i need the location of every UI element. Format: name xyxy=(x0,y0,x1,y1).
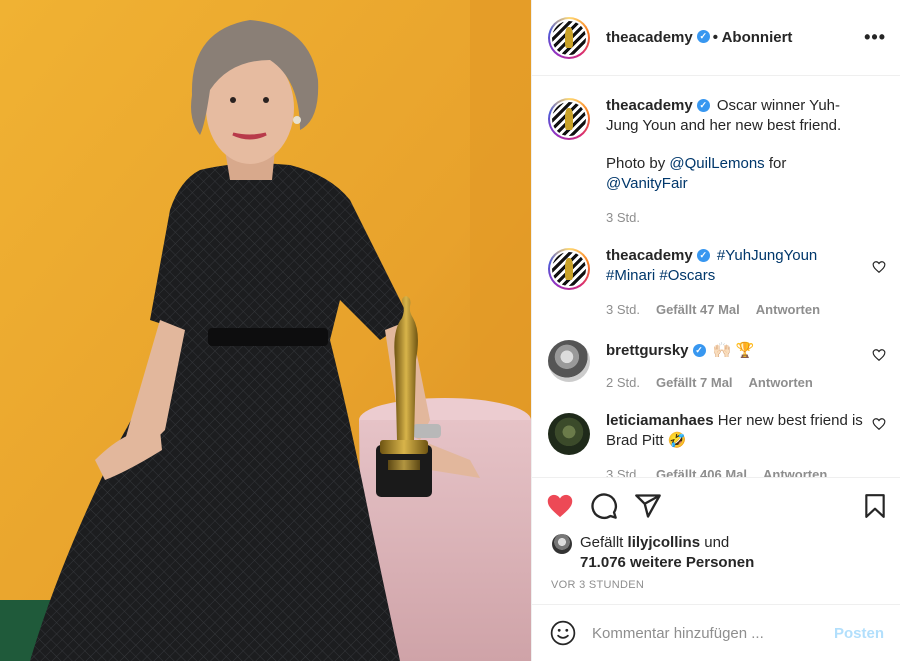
reply-button[interactable]: Antworten xyxy=(749,373,813,393)
comment: brettgursky ✓ 🙌🏻 🏆 2 Std. Gefällt 7 Mal A… xyxy=(548,338,886,393)
caption-meta: 3 Std. xyxy=(606,208,866,228)
follow-status-button[interactable]: • Abonniert xyxy=(713,29,793,46)
like-comment-heart-icon[interactable] xyxy=(872,348,886,362)
comment-username[interactable]: theacademy xyxy=(606,247,693,264)
liker-username[interactable]: lilyjcollins xyxy=(628,534,701,551)
mention-link[interactable]: @QuilLemons xyxy=(669,155,764,172)
comment-avatar[interactable] xyxy=(548,248,590,290)
comment-input[interactable]: Kommentar hinzufügen ... xyxy=(592,625,834,642)
likes-count[interactable]: 71.076 weitere Personen xyxy=(580,554,754,571)
mention-link[interactable]: @VanityFair xyxy=(606,175,688,192)
comment-likes[interactable]: Gefällt 406 Mal xyxy=(656,465,747,477)
likes-summary: Gefällt lilyjcollins und 71.076 weitere … xyxy=(532,533,900,573)
caption-text: theacademy ✓ Oscar winner Yuh-Jung Youn a… xyxy=(606,96,886,228)
comment-time: 3 Std. xyxy=(606,467,640,477)
comment-likes[interactable]: Gefällt 7 Mal xyxy=(656,373,733,393)
comment-meta: 3 Std. Gefällt 406 Mal Antworten xyxy=(606,465,866,477)
comment-time: 3 Std. xyxy=(606,302,640,317)
reply-button[interactable]: Antworten xyxy=(756,300,820,320)
liker-avatar[interactable] xyxy=(552,534,572,554)
like-comment-heart-icon[interactable] xyxy=(872,417,886,431)
comment-text: brettgursky ✓ 🙌🏻 🏆 2 Std. Gefällt 7 Mal A… xyxy=(606,338,886,393)
account-avatar[interactable] xyxy=(548,16,590,59)
caption-username[interactable]: theacademy xyxy=(606,97,693,114)
comment-text: theacademy ✓ #YuhJungYoun #Minari #Oscars… xyxy=(606,246,886,320)
comment-time: 2 Std. xyxy=(606,375,640,390)
caption-credit-mid: for xyxy=(764,155,787,172)
verified-badge-icon: ✓ xyxy=(696,98,710,112)
verified-badge-icon: ✓ xyxy=(696,30,710,43)
caption-credit-prefix: Photo by xyxy=(606,155,670,172)
photo-illustration xyxy=(0,0,531,661)
caption-time: 3 Std. xyxy=(606,210,640,225)
caption: theacademy ✓ Oscar winner Yuh-Jung Youn a… xyxy=(548,96,886,228)
post-sidebar: theacademy ✓ • Abonniert ••• theacademy ✓… xyxy=(531,0,900,661)
reply-button[interactable]: Antworten xyxy=(763,465,827,477)
caption-avatar[interactable] xyxy=(548,98,590,140)
instagram-post: theacademy ✓ • Abonniert ••• theacademy ✓… xyxy=(0,0,900,661)
comment-meta: 2 Std. Gefällt 7 Mal Antworten xyxy=(606,373,866,393)
comment-body: 🙌🏻 🏆 xyxy=(712,342,755,359)
post-actions xyxy=(532,477,900,533)
header-username[interactable]: theacademy xyxy=(606,29,693,46)
more-options-icon[interactable]: ••• xyxy=(864,27,886,48)
save-bookmark-icon[interactable] xyxy=(862,492,888,520)
like-comment-heart-icon[interactable] xyxy=(872,260,886,274)
post-comment-button[interactable]: Posten xyxy=(834,625,884,642)
comment-icon[interactable] xyxy=(590,492,618,520)
comment-text: leticiamanhaes Her new best friend is Br… xyxy=(606,411,886,477)
post-header: theacademy ✓ • Abonniert ••• xyxy=(532,0,900,76)
likes-prefix: Gefällt xyxy=(580,534,624,551)
emoji-icon[interactable] xyxy=(550,620,576,646)
comment: theacademy ✓ #YuhJungYoun #Minari #Oscars… xyxy=(548,246,886,320)
comment-likes[interactable]: Gefällt 47 Mal xyxy=(656,300,740,320)
likes-text: Gefällt lilyjcollins und 71.076 weitere … xyxy=(580,533,754,573)
comment-meta: 3 Std. Gefällt 47 Mal Antworten xyxy=(606,300,866,320)
like-heart-icon[interactable] xyxy=(546,492,574,520)
verified-badge-icon: ✓ xyxy=(696,248,710,262)
verified-badge-icon: ✓ xyxy=(692,343,706,357)
header-account-info: theacademy ✓ • Abonniert xyxy=(606,29,792,46)
comment-username[interactable]: brettgursky xyxy=(606,342,689,359)
comment-avatar[interactable] xyxy=(548,340,590,382)
add-comment-bar: Kommentar hinzufügen ... Posten xyxy=(532,605,900,661)
likes-mid: und xyxy=(704,534,730,551)
post-photo[interactable] xyxy=(0,0,531,661)
comment: leticiamanhaes Her new best friend is Br… xyxy=(548,411,886,477)
share-icon[interactable] xyxy=(634,492,662,520)
comments-list[interactable]: theacademy ✓ Oscar winner Yuh-Jung Youn a… xyxy=(532,76,900,477)
comment-avatar[interactable] xyxy=(548,413,590,455)
post-timestamp: VOR 3 STUNDEN xyxy=(532,573,900,605)
comment-username[interactable]: leticiamanhaes xyxy=(606,412,714,429)
